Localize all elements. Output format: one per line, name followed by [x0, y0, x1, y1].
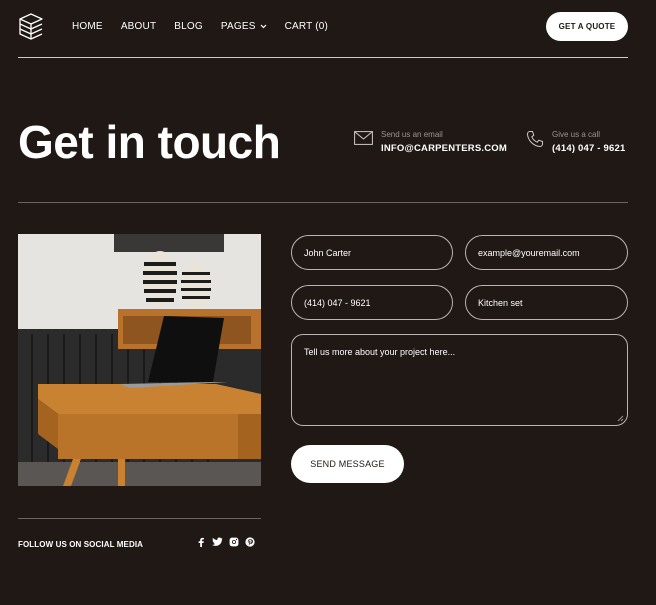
email-contact[interactable]: Send us an email INFO@CARPENTERS.COM [354, 130, 507, 154]
top-navigation: HOME ABOUT BLOG PAGES CART (0) GET A QUO… [18, 0, 628, 58]
phone-input[interactable]: (414) 047 - 9621 [291, 285, 453, 320]
email-value[interactable]: INFO@CARPENTERS.COM [381, 143, 507, 154]
message-textarea[interactable]: Tell us more about your project here... [291, 334, 628, 426]
hero-section: Get in touch Send us an email INFO@CARPE… [18, 57, 628, 203]
chevron-down-icon [260, 24, 267, 29]
nav-about[interactable]: ABOUT [121, 21, 156, 32]
twitter-icon[interactable] [212, 537, 223, 547]
main-menu: HOME ABOUT BLOG PAGES CART (0) [72, 21, 346, 32]
workspace-photo [18, 234, 261, 486]
name-input[interactable]: John Carter [291, 235, 453, 270]
resize-handle-icon[interactable] [617, 415, 624, 422]
phone-icon [526, 131, 543, 148]
nav-home[interactable]: HOME [72, 21, 103, 32]
nav-pages[interactable]: PAGES [221, 21, 267, 32]
nav-pages-label: PAGES [220, 21, 256, 32]
subject-value: Kitchen set [478, 297, 523, 308]
phone-value[interactable]: (414) 047 - 9621 [552, 143, 625, 154]
follow-label: FOLLOW US ON SOCIAL MEDIA [18, 540, 144, 549]
email-placeholder: example@youremail.com [478, 247, 580, 258]
phone-contact[interactable]: Give us a call (414) 047 - 9621 [526, 130, 625, 154]
phone-value-text: (414) 047 - 9621 [304, 297, 371, 308]
get-quote-button[interactable]: GET A QUOTE [546, 12, 628, 41]
nav-blog[interactable]: BLOG [174, 21, 203, 32]
phone-label: Give us a call [552, 130, 601, 139]
envelope-icon [354, 131, 373, 145]
facebook-icon[interactable] [196, 537, 206, 547]
name-value: John Carter [304, 247, 352, 258]
nav-cart[interactable]: CART (0) [285, 21, 328, 32]
page-title: Get in touch [18, 116, 281, 168]
email-label: Send us an email [381, 130, 443, 139]
subject-input[interactable]: Kitchen set [465, 285, 628, 320]
send-message-button[interactable]: SEND MESSAGE [291, 445, 404, 483]
logo-icon[interactable] [18, 13, 44, 40]
social-links [196, 537, 255, 547]
divider [18, 518, 261, 519]
email-input[interactable]: example@youremail.com [465, 235, 628, 270]
instagram-icon[interactable] [229, 537, 239, 547]
message-placeholder: Tell us more about your project here... [304, 347, 456, 357]
pinterest-icon[interactable] [245, 537, 255, 547]
